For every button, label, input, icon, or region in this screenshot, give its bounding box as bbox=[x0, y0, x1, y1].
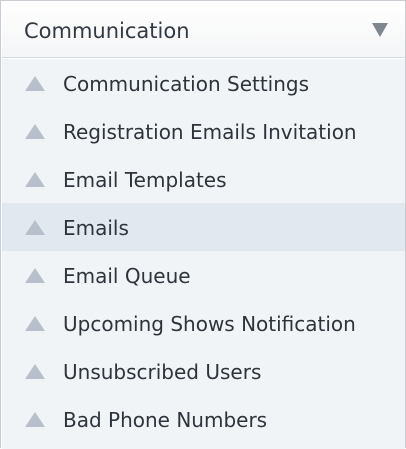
triangle-up-icon bbox=[25, 316, 45, 331]
triangle-up-icon bbox=[25, 172, 45, 187]
menu-item-email-templates[interactable]: Email Templates bbox=[2, 155, 405, 203]
menu-item-label: Unsubscribed Users bbox=[63, 360, 262, 384]
triangle-up-icon bbox=[25, 268, 45, 283]
menu-item-label: Email Templates bbox=[63, 168, 227, 192]
menu-item-email-queue[interactable]: Email Queue bbox=[2, 251, 405, 299]
triangle-up-icon bbox=[25, 76, 45, 91]
menu-list: Communication Settings Registration Emai… bbox=[2, 59, 405, 449]
menu-item-label: Registration Emails Invitation bbox=[63, 120, 357, 144]
communication-menu-panel: Communication Communication Settings Reg… bbox=[0, 0, 406, 449]
menu-item-label: Upcoming Shows Notification bbox=[63, 312, 356, 336]
menu-item-upcoming-shows-notification[interactable]: Upcoming Shows Notification bbox=[2, 299, 405, 347]
triangle-up-icon bbox=[25, 364, 45, 379]
menu-item-emails[interactable]: Emails bbox=[2, 203, 405, 251]
menu-item-label: Communication Settings bbox=[63, 72, 310, 96]
menu-item-label: Email Queue bbox=[63, 264, 191, 288]
menu-item-unsubscribed-users[interactable]: Unsubscribed Users bbox=[2, 347, 405, 395]
triangle-up-icon bbox=[25, 412, 45, 427]
caret-down-icon[interactable] bbox=[372, 23, 388, 37]
triangle-up-icon bbox=[25, 220, 45, 235]
menu-item-communication-settings[interactable]: Communication Settings bbox=[2, 59, 405, 107]
menu-item-label: Bad Phone Numbers bbox=[63, 408, 268, 432]
menu-item-label: Emails bbox=[63, 216, 129, 240]
menu-item-registration-emails-invitation[interactable]: Registration Emails Invitation bbox=[2, 107, 405, 155]
menu-item-bad-phone-numbers[interactable]: Bad Phone Numbers bbox=[2, 395, 405, 443]
menu-title: Communication bbox=[24, 19, 190, 43]
triangle-up-icon bbox=[25, 124, 45, 139]
menu-header[interactable]: Communication bbox=[2, 2, 405, 58]
